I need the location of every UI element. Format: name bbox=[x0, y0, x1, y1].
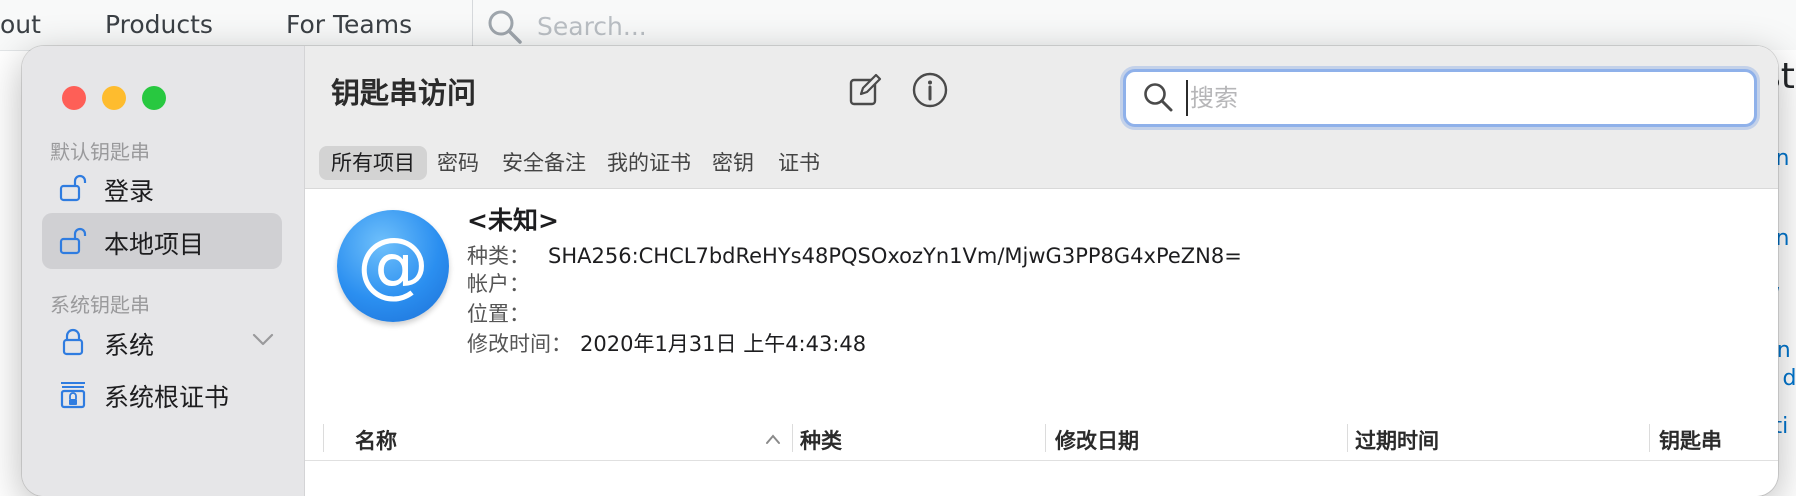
nav-divider bbox=[472, 0, 473, 50]
tab-certificates[interactable]: 证书 bbox=[766, 146, 832, 180]
sidebar-item-system-roots[interactable]: 系统根证书 bbox=[42, 366, 282, 422]
search-input[interactable] bbox=[1186, 80, 1732, 116]
item-name: <未知> bbox=[467, 206, 559, 235]
sidebar: 默认钥匙串 登录 本地项目 系统钥匙串 系统 系统根证书 bbox=[22, 46, 305, 496]
sidebar-item-local-items[interactable]: 本地项目 bbox=[42, 213, 282, 269]
main-pane: 钥匙串访问 所有项目 密码 安全备注 我的证书 密钥 证书 @ bbox=[305, 46, 1778, 496]
tab-all-items[interactable]: 所有项目 bbox=[319, 146, 427, 180]
detail-label: 种类： bbox=[467, 244, 530, 268]
compose-icon[interactable] bbox=[845, 70, 885, 110]
detail-value: SHA256:CHCL7bdReHYs48PQSOxozYn1Vm/MjwG3P… bbox=[548, 244, 1242, 268]
tab-passwords[interactable]: 密码 bbox=[425, 146, 491, 180]
tab-secure-notes[interactable]: 安全备注 bbox=[490, 146, 598, 180]
zoom-window-button[interactable] bbox=[142, 86, 166, 110]
column-header-name[interactable]: 名称 bbox=[355, 425, 397, 455]
detail-label: 修改时间： bbox=[467, 332, 572, 356]
sidebar-item-label: 本地项目 bbox=[104, 230, 205, 259]
column-separator bbox=[1045, 424, 1046, 452]
column-separator bbox=[792, 424, 793, 452]
column-header-kind[interactable]: 种类 bbox=[800, 425, 842, 455]
minimize-window-button[interactable] bbox=[102, 86, 126, 110]
column-separator bbox=[323, 424, 324, 452]
keychain-window: 默认钥匙串 登录 本地项目 系统钥匙串 系统 系统根证书 钥匙串访问 搜索 所有… bbox=[22, 46, 1778, 496]
column-separator bbox=[1649, 424, 1650, 452]
column-separator bbox=[1347, 424, 1348, 452]
sidebar-item-label: 登录 bbox=[104, 177, 155, 206]
search-icon bbox=[486, 8, 524, 50]
column-header-keychain[interactable]: 钥匙串 bbox=[1659, 425, 1722, 455]
info-icon[interactable] bbox=[910, 70, 950, 110]
detail-row-kind: 种类： SHA256:CHCL7bdReHYs48PQSOxozYn1Vm/Mjw… bbox=[467, 240, 1242, 270]
cabinet-lock-icon bbox=[58, 379, 88, 409]
nav-link-for-teams[interactable]: For Teams bbox=[286, 10, 412, 39]
toolbar: 钥匙串访问 bbox=[305, 46, 1778, 138]
search-icon bbox=[1142, 81, 1174, 117]
sidebar-item-label: 系统根证书 bbox=[104, 383, 230, 412]
sort-ascending-icon[interactable] bbox=[765, 430, 781, 449]
unlocked-padlock-icon bbox=[58, 173, 88, 203]
detail-value: 2020年1月31日 上午4:43:48 bbox=[580, 332, 867, 356]
column-header-expires[interactable]: 过期时间 bbox=[1355, 425, 1439, 455]
table-header: 名称 种类 修改日期 过期时间 钥匙串 bbox=[305, 416, 1778, 461]
sidebar-item-label: 系统 bbox=[104, 331, 155, 360]
at-sign-icon: @ bbox=[337, 210, 449, 322]
detail-label: 帐户： bbox=[467, 272, 530, 296]
detail-label: 位置： bbox=[467, 302, 530, 326]
nav-link-products[interactable]: Products bbox=[105, 10, 213, 39]
locked-padlock-icon bbox=[58, 327, 88, 357]
detail-row-account: 帐户： bbox=[467, 268, 548, 298]
detail-row-where: 位置： bbox=[467, 298, 548, 328]
background-nav-bar: out Products For Teams Search... bbox=[0, 0, 1796, 51]
item-detail: @ <未知> 种类： SHA256:CHCL7bdReHYs48PQSOxozYn… bbox=[305, 189, 1778, 369]
column-header-date-modified[interactable]: 修改日期 bbox=[1055, 425, 1139, 455]
detail-row-modified: 修改时间： 2020年1月31日 上午4:43:48 bbox=[467, 328, 866, 358]
nav-link-about[interactable]: out bbox=[0, 10, 41, 39]
tab-my-certificates[interactable]: 我的证书 bbox=[595, 146, 703, 180]
background-search-input[interactable]: Search... bbox=[537, 12, 647, 41]
search-field[interactable] bbox=[1123, 69, 1757, 127]
sidebar-item-system[interactable]: 系统 bbox=[42, 314, 282, 370]
sidebar-item-login[interactable]: 登录 bbox=[42, 160, 282, 216]
window-title: 钥匙串访问 bbox=[331, 76, 477, 110]
unlocked-padlock-icon bbox=[58, 226, 88, 256]
category-tabs: 所有项目 密码 安全备注 我的证书 密钥 证书 bbox=[305, 138, 1778, 189]
close-window-button[interactable] bbox=[62, 86, 86, 110]
tab-keys[interactable]: 密钥 bbox=[700, 146, 766, 180]
